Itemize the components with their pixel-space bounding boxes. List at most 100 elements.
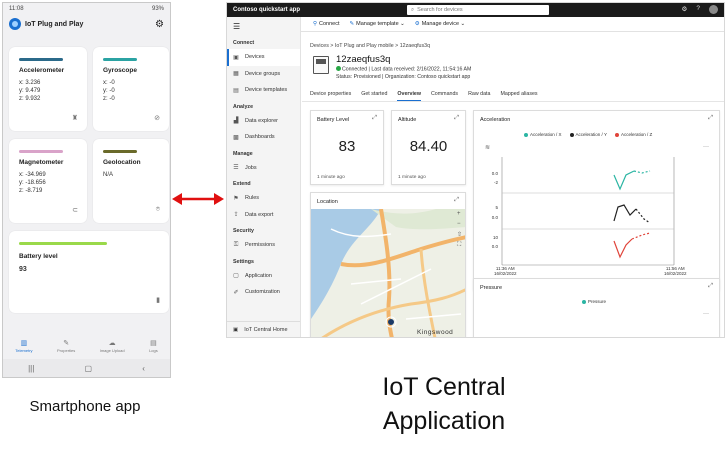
legend-item: Pressure <box>582 299 606 304</box>
app-name: Contoso quickstart app <box>233 7 301 13</box>
phone-app-title: IoT Plug and Play <box>25 20 84 28</box>
legend-item: Acceleration / Y <box>569 132 607 137</box>
fullscreen-icon[interactable]: ⛶ <box>457 242 462 249</box>
tab-commands[interactable]: Commands <box>431 91 458 101</box>
sidebar-item-permissions[interactable]: ⚿ Permissions <box>227 237 300 254</box>
accelerometer-card[interactable]: Accelerometer x: 3.236 y: 9.479 z: 9.932… <box>9 47 87 131</box>
sidebar-item-application[interactable]: ▢ Application <box>227 268 300 285</box>
telemetry-icon: ▥ <box>20 340 28 347</box>
section-settings: Settings <box>233 258 254 265</box>
sidebar-item-devices[interactable]: ▣ Devices <box>227 49 300 66</box>
sidebar-item-device-groups[interactable]: ▦ Device groups <box>227 66 300 83</box>
smartphone-screen: 11:08 93% IoT Plug and Play ⚙ Accelerome… <box>2 2 171 378</box>
sidebar-item-label: Permissions <box>245 242 275 249</box>
tab-raw-data[interactable]: Raw data <box>468 91 490 101</box>
gear-icon[interactable]: ⚙ <box>155 19 164 30</box>
nav-telemetry[interactable]: ▥ Telemetry <box>15 339 32 353</box>
zoom-out-icon[interactable]: − <box>457 221 462 227</box>
legend-dot <box>569 132 574 137</box>
pressure-legend: Pressure <box>582 299 606 304</box>
iot-central-home-link[interactable]: ▣ IoT Central Home <box>227 321 300 337</box>
sidebar-item-label: Customization <box>245 289 280 296</box>
home-icon[interactable]: ▢ <box>84 364 92 373</box>
zoom-in-icon[interactable]: + <box>457 211 462 217</box>
expand-icon[interactable]: ⤢ <box>454 197 459 204</box>
y-tick: 0.0 <box>492 215 499 220</box>
tile-title: Battery Level <box>317 117 350 123</box>
sidebar-item-device-templates[interactable]: ▤ Device templates <box>227 82 300 99</box>
nav-label: Logs <box>149 348 158 353</box>
acceleration-tile: Acceleration ⤢ Acceleration / X Accelera… <box>473 110 720 290</box>
battery-level-card[interactable]: Battery level 93 ▮ <box>9 231 169 313</box>
nav-properties[interactable]: ✎ Properties <box>57 339 75 353</box>
help-icon[interactable]: ? <box>696 5 700 14</box>
nav-logs[interactable]: ▤ Logs <box>149 339 158 353</box>
section-analyze: Analyze <box>233 103 254 110</box>
jobs-icon: ☰ <box>233 165 239 172</box>
phone-status-bar: 11:08 93% <box>3 3 170 14</box>
device-tabs: Device properties Get started Overview C… <box>310 91 538 101</box>
more-icon[interactable]: ··· <box>703 311 709 317</box>
card-title: Accelerometer <box>19 67 65 74</box>
android-system-nav: ||| ▢ ‹ <box>3 359 170 377</box>
x-axis-left-label: 11:36 AM 16/02/2022 <box>494 266 517 276</box>
gyroscope-card[interactable]: Gyroscope x: -0 y: -0 z: -0 ⊘ <box>93 47 169 131</box>
x-axis-right-label: 11:56 AM 16/02/2022 <box>664 266 687 276</box>
expand-icon[interactable]: ⤢ <box>708 283 713 290</box>
phone-app-bar: IoT Plug and Play ⚙ <box>3 14 170 34</box>
nav-image-upload[interactable]: ☁ Image Upload <box>100 339 125 353</box>
dashboard-icon: ▩ <box>233 134 239 141</box>
avatar[interactable] <box>709 5 718 14</box>
back-icon[interactable]: ‹ <box>142 364 145 373</box>
magnetometer-card[interactable]: Magnetometer x: -34.969 y: -18.656 z: -8… <box>9 139 87 223</box>
section-extend: Extend <box>233 181 251 187</box>
sidebar-item-label: Devices <box>245 54 265 61</box>
expand-icon[interactable]: ⤢ <box>372 115 377 122</box>
sidebar-item-customization[interactable]: ✐ Customization <box>227 284 300 301</box>
legend-dot <box>582 299 586 304</box>
tab-device-properties[interactable]: Device properties <box>310 91 351 101</box>
manage-template-button[interactable]: ✎ Manage template ⌄ <box>350 21 405 27</box>
geo-value: N/A <box>103 172 114 178</box>
tab-get-started[interactable]: Get started <box>361 91 387 101</box>
tile-title: Pressure <box>480 285 503 291</box>
gear-icon[interactable]: ⚙ <box>682 5 688 14</box>
hamburger-icon[interactable]: ☰ <box>227 17 300 35</box>
connect-label: Connect <box>319 21 340 27</box>
pin-icon: ⌾ <box>155 206 160 213</box>
gyro-y: y: -0 <box>103 88 115 94</box>
tab-mapped-aliases[interactable]: Mapped aliases <box>500 91 537 101</box>
compass-icon[interactable]: ⇧ <box>457 231 462 238</box>
sidebar-item-jobs[interactable]: ☰ Jobs <box>227 160 300 177</box>
plug-icon: ⚲ <box>313 21 318 27</box>
x-tick-date: 16/02/2022 <box>664 271 687 276</box>
sidebar-item-rules[interactable]: ⚑ Rules <box>227 190 300 207</box>
more-icon[interactable]: ··· <box>703 144 709 150</box>
card-accent-bar <box>19 242 107 245</box>
tab-overview[interactable]: Overview <box>397 91 421 101</box>
sidebar-item-label: Device groups <box>245 70 281 77</box>
expand-icon[interactable]: ⤢ <box>708 115 713 122</box>
search-input[interactable]: ⌕ Search for devices <box>407 5 549 15</box>
sidebar-item-data-export[interactable]: ⇪ Data export <box>227 207 300 224</box>
card-accent-bar <box>19 150 63 153</box>
phone-status-time: 11:08 <box>9 5 24 12</box>
battery-level-tile: Battery Level ⤢ 83 1 minute ago <box>310 110 384 185</box>
manage-template-label: Manage template <box>356 21 399 27</box>
expand-icon[interactable]: ⤢ <box>454 115 459 122</box>
legend-label: Acceleration / Y <box>575 132 607 137</box>
manage-device-button[interactable]: ⚙ Manage device ⌄ <box>415 21 465 27</box>
location-map[interactable] <box>311 209 466 338</box>
connect-button[interactable]: ⚲ Connect <box>313 21 340 27</box>
templates-icon: ▤ <box>233 87 239 94</box>
breadcrumb[interactable]: Devices > IoT Plug and Play mobile > 12z… <box>310 43 430 49</box>
series-y-dashed <box>635 208 651 224</box>
geolocation-card[interactable]: Geolocation N/A ⌾ <box>93 139 169 223</box>
layers-icon[interactable]: ≋ <box>485 144 490 151</box>
sidebar-item-label: Jobs <box>245 164 257 171</box>
sidebar-item-label: Data export <box>245 211 274 218</box>
sidebar-item-data-explorer[interactable]: ▟ Data explorer <box>227 113 300 130</box>
recents-icon[interactable]: ||| <box>28 364 34 373</box>
device-provision-status: Status: Provisioned | Organization: Cont… <box>336 73 471 80</box>
sidebar-item-dashboards[interactable]: ▩ Dashboards <box>227 129 300 146</box>
